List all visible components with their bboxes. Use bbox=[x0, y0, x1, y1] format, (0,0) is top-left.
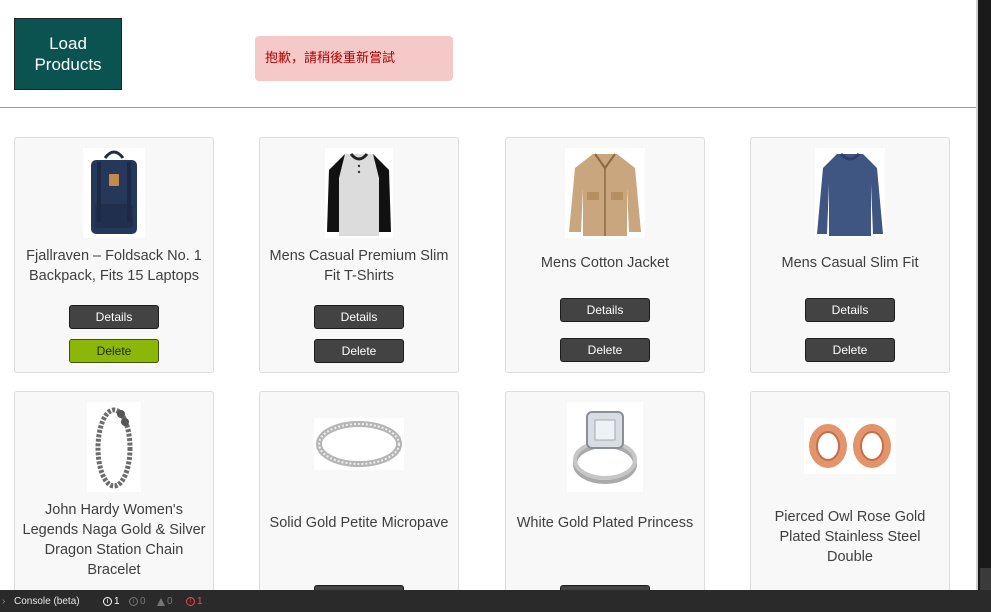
header-divider bbox=[0, 107, 976, 108]
error-count[interactable]: ! 1 bbox=[186, 596, 203, 607]
console-label[interactable]: Console (beta) bbox=[14, 596, 80, 607]
product-card: Pierced Owl Rose Gold Plated Stainless S… bbox=[750, 391, 950, 590]
page: Load Products 抱歉，請稍後重新嘗試 Fjallraven – Fo… bbox=[0, 0, 991, 612]
error-icon: ! bbox=[186, 597, 195, 606]
error-alert: 抱歉，請稍後重新嘗試 bbox=[255, 36, 453, 81]
details-button[interactable]: Details bbox=[560, 298, 650, 322]
details-button[interactable]: Details bbox=[314, 305, 404, 329]
delete-button[interactable]: Delete bbox=[69, 339, 159, 363]
product-card: Mens Casual Premium Slim Fit T-Shirts De… bbox=[259, 137, 459, 373]
info-count-value: 1 bbox=[114, 596, 120, 607]
verbose-count-value: 0 bbox=[140, 596, 146, 607]
jacket-image bbox=[565, 148, 645, 238]
load-products-button[interactable]: Load Products bbox=[14, 18, 122, 90]
chevron-icon: › bbox=[2, 596, 6, 607]
warning-count[interactable]: 0 bbox=[157, 596, 173, 607]
ear-plugs-image bbox=[804, 418, 896, 474]
load-products-label: Load Products bbox=[34, 34, 102, 74]
product-title: Mens Casual Slim Fit bbox=[781, 255, 919, 271]
app-viewport: Load Products 抱歉，請稍後重新嘗試 Fjallraven – Fo… bbox=[0, 0, 976, 590]
product-card: Mens Cotton Jacket Details Delete bbox=[505, 137, 705, 373]
delete-button[interactable]: Delete bbox=[560, 338, 650, 362]
console-bar: › Console (beta) i1 i0 0 ! 1 bbox=[0, 590, 991, 612]
product-title: Solid Gold Petite Micropave bbox=[269, 515, 449, 531]
product-title: Mens Casual Premium Slim Fit T-Shirts bbox=[269, 248, 449, 284]
ring-image bbox=[314, 418, 404, 470]
details-button[interactable]: Details bbox=[69, 305, 159, 329]
product-title: White Gold Plated Princess bbox=[516, 515, 694, 531]
product-card: Mens Casual Slim Fit Details Delete bbox=[750, 137, 950, 373]
scrollbar-thumb[interactable] bbox=[980, 568, 991, 590]
product-card: White Gold Plated Princess bbox=[505, 391, 705, 590]
product-card: Fjallraven – Foldsack No. 1 Backpack, Fi… bbox=[14, 137, 214, 373]
delete-button[interactable]: Delete bbox=[805, 338, 895, 362]
product-card: John Hardy Women's Legends Naga Gold & S… bbox=[14, 391, 214, 590]
error-message: 抱歉，請稍後重新嘗試 bbox=[265, 51, 396, 66]
product-title: Fjallraven – Foldsack No. 1 Backpack, Fi… bbox=[26, 248, 202, 284]
product-title: Pierced Owl Rose Gold Plated Stainless S… bbox=[774, 509, 926, 565]
info-count[interactable]: i1 bbox=[103, 596, 120, 607]
info-icon: i bbox=[103, 597, 112, 606]
details-button[interactable]: Details bbox=[805, 298, 895, 322]
devtools-edge bbox=[976, 0, 991, 590]
product-card: Solid Gold Petite Micropave bbox=[259, 391, 459, 590]
warning-count-value: 0 bbox=[167, 596, 173, 607]
bracelet-image bbox=[87, 402, 141, 492]
product-title: Mens Cotton Jacket bbox=[540, 255, 670, 271]
verbose-icon: i bbox=[129, 597, 138, 606]
warning-icon bbox=[157, 597, 165, 606]
error-count-value: 1 bbox=[197, 596, 203, 607]
edge-border bbox=[976, 0, 978, 590]
longsleeve-image bbox=[815, 148, 885, 238]
backpack-image bbox=[83, 148, 145, 238]
engagement-ring-image bbox=[567, 402, 643, 492]
verbose-count[interactable]: i0 bbox=[129, 596, 146, 607]
tshirt-image bbox=[325, 148, 393, 238]
delete-button[interactable]: Delete bbox=[314, 339, 404, 363]
product-title: John Hardy Women's Legends Naga Gold & S… bbox=[22, 502, 206, 578]
